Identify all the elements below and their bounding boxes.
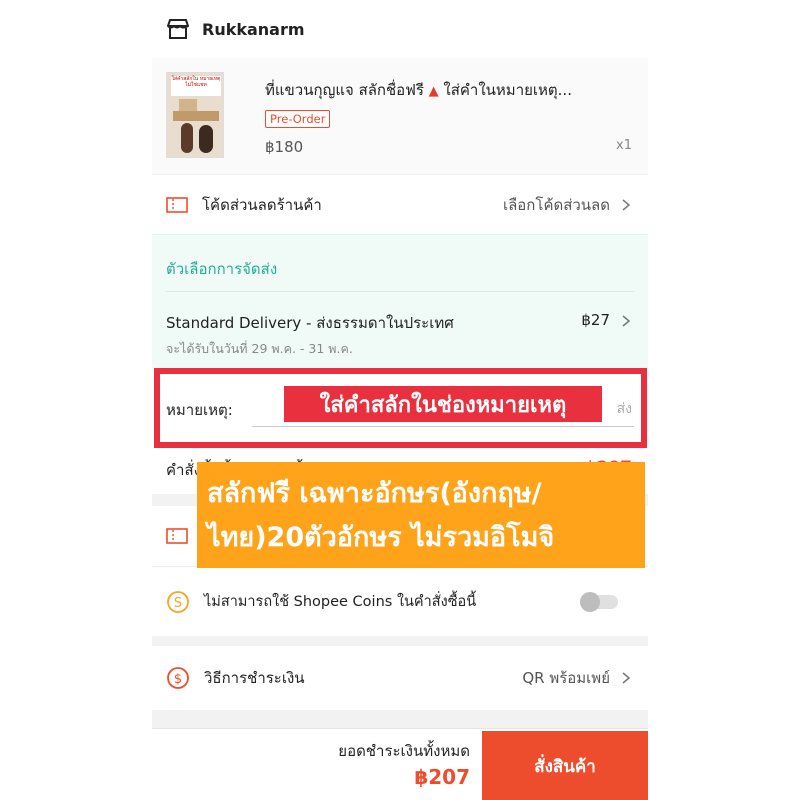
- divider: [166, 291, 634, 292]
- product-title-suffix: ใส่คำในหมายเหตุ...: [438, 81, 572, 99]
- product-thumbnail: ใส่คำสลักใน หมายเหตุ ไม่ใช่แชท: [166, 72, 224, 158]
- coin-icon: S: [167, 590, 189, 613]
- engraving-info-banner: สลักฟรี เฉพาะอักษร(อังกฤษ/ ไทย)20ตัวอักษ…: [197, 462, 645, 568]
- coins-toggle[interactable]: [580, 591, 618, 612]
- shop-name: Rukkanarm: [202, 19, 305, 39]
- engraving-info-line-1: สลักฟรี เฉพาะอักษร(อังกฤษ/: [207, 478, 542, 509]
- engraving-info-line-2: ไทย)20ตัวอักษร ไม่รวมอิโมจิ: [207, 522, 555, 553]
- toggle-knob: [580, 591, 600, 612]
- payment-method-row[interactable]: $ วิธีการชำระเงิน QR พร้อมเพย์: [152, 646, 648, 710]
- shipping-method: Standard Delivery - ส่งธรรมดาในประเทศ: [166, 314, 454, 332]
- payment-label: วิธีการชำระเงิน: [204, 669, 305, 687]
- grand-total-label: ยอดชำระเงินทั้งหมด: [338, 742, 470, 760]
- product-quantity: x1: [616, 138, 632, 153]
- ticket-icon: [166, 528, 188, 544]
- dollar-icon: $: [167, 667, 189, 689]
- product-price: ฿180: [265, 138, 304, 156]
- shop-voucher-action[interactable]: เลือกโค้ดส่วนลด: [503, 193, 610, 217]
- note-instruction-banner: ใส่คำสลักในช่องหมายเหตุ: [284, 386, 602, 422]
- payment-value: QR พร้อมเพย์: [522, 669, 610, 687]
- svg-text:$: $: [174, 672, 182, 687]
- shop-icon: [167, 19, 189, 39]
- left-margin: [0, 0, 152, 800]
- svg-text:S: S: [174, 596, 182, 611]
- shop-voucher-row[interactable]: โค้ดส่วนลดร้านค้า เลือกโค้ดส่วนลด: [152, 174, 648, 234]
- shipping-price: ฿27: [581, 311, 610, 329]
- chevron-right-icon: [620, 672, 632, 684]
- shop-voucher-label: โค้ดส่วนลดร้านค้า: [202, 195, 322, 214]
- shop-header[interactable]: Rukkanarm: [152, 0, 648, 58]
- chevron-right-icon: [620, 315, 632, 327]
- grand-total-price: ฿207: [414, 765, 470, 789]
- thumbnail-caption: ใส่คำสลักใน หมายเหตุ ไม่ใช่แชท: [171, 76, 221, 96]
- ticket-icon: [166, 196, 188, 213]
- shipping-eta: จะได้รับในวันที่ 29 พ.ค. - 31 พ.ค.: [166, 341, 353, 356]
- preorder-badge: Pre-Order: [265, 110, 331, 128]
- thumb-key-shape: [181, 123, 193, 153]
- warning-triangle-icon: ▲: [428, 84, 439, 99]
- thumb-key-shape: [199, 125, 213, 153]
- checkout-bar: ยอดชำระเงินทั้งหมด ฿207 สั่งสินค้า: [152, 728, 648, 800]
- shipping-options[interactable]: ตัวเลือกการจัดส่ง Standard Delivery - ส่…: [152, 234, 648, 370]
- product-title-main: ที่แขวนกุญแจ สลักชื่อฟรี: [265, 81, 429, 99]
- coins-label: ไม่สามารถใช้ Shopee Coins ในคำสั่งซื้อนี…: [204, 594, 477, 610]
- chevron-right-icon: [620, 198, 632, 211]
- place-order-button[interactable]: สั่งสินค้า: [482, 731, 648, 800]
- shipping-heading: ตัวเลือกการจัดส่ง: [166, 260, 278, 278]
- coins-row: S ไม่สามารถใช้ Shopee Coins ในคำสั่งซื้อ…: [152, 566, 648, 636]
- product-title: ที่แขวนกุญแจ สลักชื่อฟรี ▲ ใส่คำในหมายเห…: [265, 78, 572, 102]
- thumb-shelf-shape: [173, 111, 219, 121]
- product-item[interactable]: ใส่คำสลักใน หมายเหตุ ไม่ใช่แชท ที่แขวนกุ…: [152, 58, 648, 174]
- right-margin: [648, 0, 800, 800]
